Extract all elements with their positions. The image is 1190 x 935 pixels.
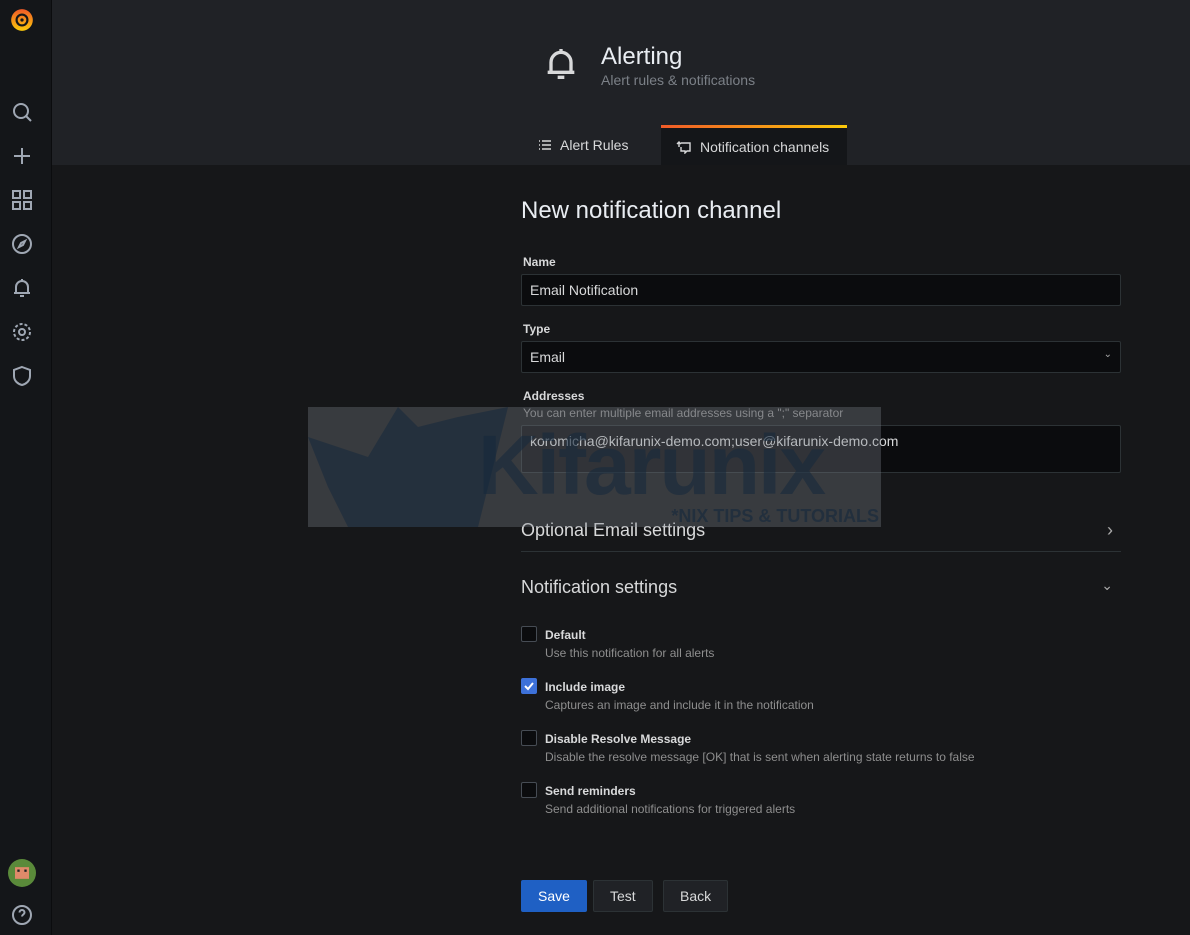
- option-label: Send reminders: [545, 784, 636, 798]
- section-title: Notification settings: [521, 577, 678, 597]
- bell-icon: [547, 49, 575, 79]
- disable-resolve-checkbox[interactable]: [521, 730, 537, 746]
- section-title: Optional Email settings: [521, 520, 706, 540]
- search-icon[interactable]: [10, 100, 34, 124]
- default-checkbox[interactable]: [521, 626, 537, 642]
- save-button[interactable]: Save: [521, 880, 587, 912]
- shield-icon[interactable]: [10, 364, 34, 388]
- tab-label: Alert Rules: [560, 137, 629, 153]
- name-input[interactable]: Email Notification: [521, 274, 1121, 306]
- addresses-description: You can enter multiple email addresses u…: [523, 406, 844, 420]
- page-title: Alerting: [601, 43, 683, 70]
- optional-email-settings-toggle[interactable]: Optional Email settings ›: [521, 520, 1121, 541]
- chevron-down-icon: ⌄: [1101, 577, 1113, 593]
- name-label: Name: [523, 255, 556, 269]
- divider: [521, 551, 1121, 552]
- notification-settings-toggle[interactable]: Notification settings ⌄: [521, 577, 1121, 598]
- list-icon: [539, 140, 551, 150]
- gear-icon[interactable]: [10, 320, 34, 344]
- option-description: Send additional notifications for trigge…: [545, 802, 796, 816]
- option-description: Captures an image and include it in the …: [545, 698, 814, 712]
- type-label: Type: [523, 322, 551, 336]
- test-button[interactable]: Test: [593, 880, 653, 912]
- include-image-checkbox[interactable]: [521, 678, 537, 694]
- avatar[interactable]: [8, 859, 36, 887]
- addresses-label: Addresses: [523, 389, 585, 403]
- page-subtitle: Alert rules & notifications: [601, 72, 756, 88]
- chevron-down-icon: ⌄: [1103, 349, 1112, 360]
- tab-notification-channels[interactable]: Notification channels: [661, 125, 847, 165]
- back-button[interactable]: Back: [663, 880, 729, 912]
- option-description: Use this notification for all alerts: [545, 646, 715, 660]
- dashboards-icon[interactable]: [10, 188, 34, 212]
- compass-icon[interactable]: [10, 232, 34, 256]
- plus-icon[interactable]: [10, 144, 34, 168]
- form-heading: New notification channel: [521, 197, 782, 224]
- option-label: Include image: [545, 680, 626, 694]
- option-label: Default: [545, 628, 586, 642]
- rhino-logo-icon: [308, 407, 508, 527]
- grafana-logo-icon[interactable]: [9, 7, 35, 33]
- check-icon: [524, 682, 534, 691]
- sidebar: [0, 0, 52, 935]
- bell-icon[interactable]: [10, 276, 34, 300]
- comment-alt-share-icon: [676, 140, 691, 154]
- option-label: Disable Resolve Message: [545, 732, 692, 746]
- send-reminders-checkbox[interactable]: [521, 782, 537, 798]
- type-select[interactable]: Email ⌄: [521, 341, 1121, 373]
- addresses-textarea[interactable]: koromicha@kifarunix-demo.com;user@kifaru…: [521, 425, 1121, 473]
- tab-alert-rules[interactable]: Alert Rules: [523, 125, 643, 165]
- help-icon[interactable]: [10, 903, 34, 927]
- option-description: Disable the resolve message [OK] that is…: [545, 750, 975, 764]
- type-value: Email: [530, 349, 566, 365]
- chevron-right-icon: ›: [1107, 520, 1113, 540]
- tab-label: Notification channels: [700, 138, 830, 155]
